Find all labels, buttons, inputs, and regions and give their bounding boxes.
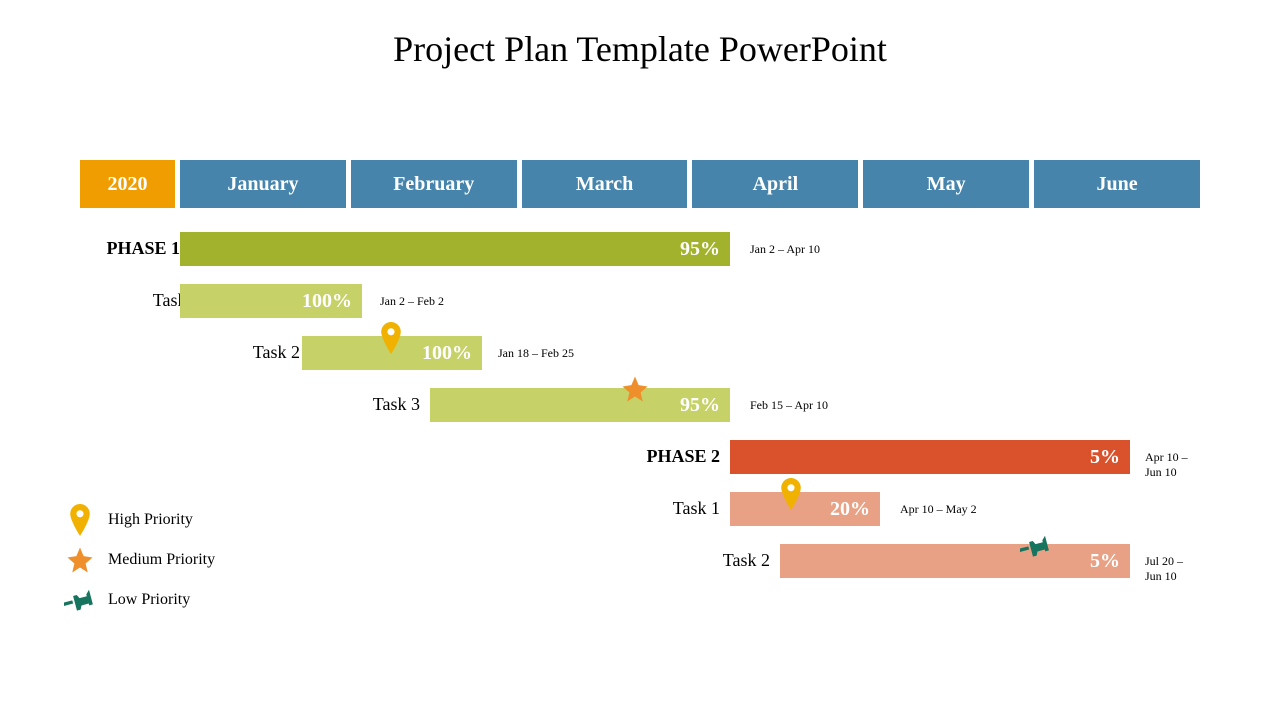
bar-percentage: 5% — [1090, 446, 1120, 469]
star-icon — [60, 545, 100, 575]
gantt-bar: 5% — [780, 544, 1130, 578]
legend-row: Medium Priority — [60, 540, 215, 580]
date-range: Jan 2 – Feb 2 — [380, 294, 444, 309]
bar-percentage: 5% — [1090, 550, 1120, 573]
month-may: May — [863, 160, 1029, 208]
gantt-bar: 100% — [180, 284, 362, 318]
pin_low-icon — [60, 584, 100, 616]
bar-percentage: 100% — [422, 342, 472, 365]
gantt-chart: 2020 January February March April May Ju… — [80, 160, 1200, 596]
pin_high-icon — [60, 504, 100, 536]
legend-row: Low Priority — [60, 580, 215, 620]
legend-label: High Priority — [108, 511, 193, 529]
task-label: Task 3 — [220, 394, 420, 415]
phase-label: PHASE 1 — [0, 238, 180, 259]
legend-row: High Priority — [60, 500, 215, 540]
gantt-row: Task 2 100% Jan 18 – Feb 25 — [80, 336, 1200, 370]
legend-label: Low Priority — [108, 591, 190, 609]
task-label: Task 2 — [570, 550, 770, 571]
gantt-row: Task 1 20% Apr 10 – May 2 — [80, 492, 1200, 526]
month-apr: April — [692, 160, 858, 208]
bar-percentage: 100% — [302, 290, 352, 313]
month-mar: March — [522, 160, 688, 208]
month-jun: June — [1034, 160, 1200, 208]
date-range: Apr 10 – Jun 10 — [1145, 450, 1200, 480]
gantt-row: PHASE 25%Apr 10 – Jun 10 — [80, 440, 1200, 474]
gantt-row: Task 3 95% Feb 15 – Apr 10 — [80, 388, 1200, 422]
rows-area: PHASE 195%Jan 2 – Apr 10Task 1100%Jan 2 … — [80, 232, 1200, 578]
gantt-row: Task 25%Jul 20 – Jun 10 — [80, 544, 1200, 578]
bar-percentage: 95% — [680, 394, 720, 417]
gantt-bar: 5% — [730, 440, 1130, 474]
pin_high-icon — [780, 478, 802, 515]
header-row: 2020 January February March April May Ju… — [80, 160, 1200, 208]
date-range: Feb 15 – Apr 10 — [750, 398, 828, 413]
month-feb: February — [351, 160, 517, 208]
pin_high-icon — [380, 322, 402, 359]
bar-percentage: 95% — [680, 238, 720, 261]
date-range: Jan 18 – Feb 25 — [498, 346, 574, 361]
pin_low-icon — [1020, 530, 1052, 567]
star-icon — [620, 374, 650, 409]
date-range: Jul 20 – Jun 10 — [1145, 554, 1200, 584]
gantt-bar: 20% — [730, 492, 880, 526]
task-label: Task 2 — [100, 342, 300, 363]
task-label: Task 1 — [0, 290, 200, 311]
bar-percentage: 20% — [830, 498, 870, 521]
year-cell: 2020 — [80, 160, 175, 208]
task-label: Task 1 — [520, 498, 720, 519]
phase-label: PHASE 2 — [520, 446, 720, 467]
page-title: Project Plan Template PowerPoint — [0, 0, 1280, 70]
date-range: Jan 2 – Apr 10 — [750, 242, 820, 257]
date-range: Apr 10 – May 2 — [900, 502, 977, 517]
gantt-row: Task 1100%Jan 2 – Feb 2 — [80, 284, 1200, 318]
gantt-row: PHASE 195%Jan 2 – Apr 10 — [80, 232, 1200, 266]
gantt-bar: 95% — [430, 388, 730, 422]
gantt-bar: 95% — [180, 232, 730, 266]
legend: High Priority Medium Priority Low Priority — [60, 500, 215, 620]
legend-label: Medium Priority — [108, 551, 215, 569]
month-jan: January — [180, 160, 346, 208]
